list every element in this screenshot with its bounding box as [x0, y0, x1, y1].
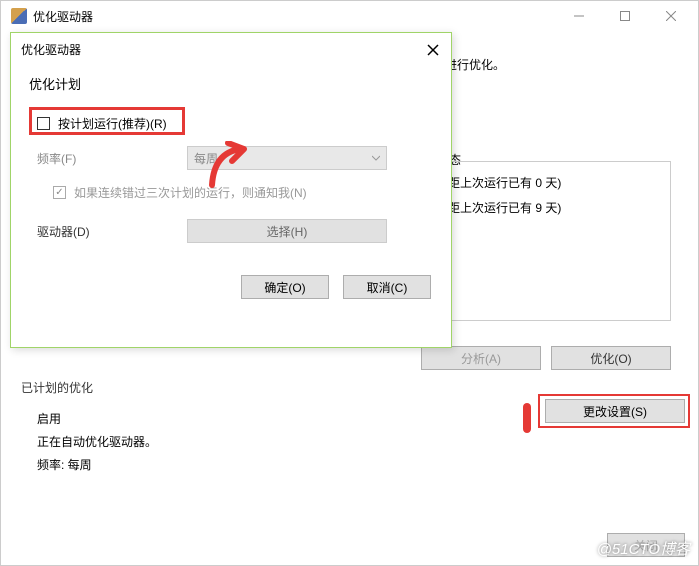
app-icon	[11, 8, 27, 24]
notify-row: 如果连续错过三次计划的运行，则通知我(N)	[53, 184, 431, 201]
close-window-button[interactable]	[648, 1, 694, 31]
status-row: 常(距上次运行已有 9 天)	[422, 195, 670, 220]
window-title: 优化驱动器	[33, 8, 556, 25]
select-drives-button[interactable]: 选择(H)	[187, 219, 387, 243]
frequency-label: 频率(F)	[37, 150, 187, 167]
frequency-value: 每周	[194, 150, 218, 167]
dialog-close-button[interactable]	[425, 42, 441, 58]
cancel-button[interactable]: 取消(C)	[343, 275, 431, 299]
schedule-checkbox-label: 按计划运行(推荐)(R)	[58, 115, 167, 132]
dialog-header: 优化驱动器	[11, 33, 451, 66]
analyze-button[interactable]: 分析(A)	[421, 346, 541, 370]
scheduled-section: 已计划的优化 启用 正在自动优化驱动器。 频率: 每周	[21, 379, 678, 479]
dialog-buttons: 确定(O) 取消(C)	[11, 265, 451, 299]
dialog-title: 优化驱动器	[21, 41, 81, 58]
chevron-down-icon	[372, 154, 380, 162]
status-row: 常(距上次运行已有 0 天)	[422, 170, 670, 195]
drives-label: 驱动器(D)	[37, 223, 187, 240]
titlebar: 优化驱动器	[1, 1, 698, 31]
optimize-button[interactable]: 优化(O)	[551, 346, 671, 370]
schedule-checkbox-row: 按计划运行(推荐)(R)	[37, 115, 431, 132]
schedule-checkbox[interactable]	[37, 117, 50, 130]
frequency-text: 频率: 每周	[37, 456, 678, 473]
frequency-row: 频率(F) 每周	[37, 146, 431, 170]
section-title: 已计划的优化	[21, 379, 678, 396]
optimization-dialog: 优化驱动器 优化计划 按计划运行(推荐)(R) 频率(F) 每周 如果连续错过三…	[10, 32, 452, 348]
drives-status-box: 常(距上次运行已有 0 天) 常(距上次运行已有 9 天)	[421, 161, 671, 321]
auto-optimize-text: 正在自动优化驱动器。	[37, 433, 678, 450]
maximize-button[interactable]	[602, 1, 648, 31]
drives-row: 驱动器(D) 选择(H)	[37, 219, 431, 243]
notify-checkbox	[53, 186, 66, 199]
notify-label: 如果连续错过三次计划的运行，则通知我(N)	[74, 184, 307, 201]
action-buttons: 分析(A) 优化(O)	[421, 346, 671, 370]
change-settings-button[interactable]: 更改设置(S)	[545, 399, 685, 423]
plan-title: 优化计划	[29, 74, 431, 93]
close-icon	[427, 44, 439, 56]
watermark: @51CTO博客	[597, 538, 690, 559]
ok-button[interactable]: 确定(O)	[241, 275, 329, 299]
dialog-body: 优化计划 按计划运行(推荐)(R) 频率(F) 每周 如果连续错过三次计划的运行…	[11, 66, 451, 265]
window-controls	[556, 1, 694, 31]
frequency-dropdown[interactable]: 每周	[187, 146, 387, 170]
annotation-mark	[523, 403, 531, 433]
minimize-button[interactable]	[556, 1, 602, 31]
